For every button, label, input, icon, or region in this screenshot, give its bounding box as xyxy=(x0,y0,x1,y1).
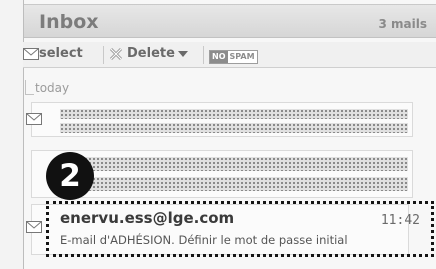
delete-label: Delete xyxy=(127,46,175,61)
select-label: select xyxy=(39,46,83,61)
group-connector xyxy=(25,80,34,95)
nospam-spam-label: SPAM xyxy=(227,51,257,63)
toolbar-divider xyxy=(203,46,204,64)
select-button[interactable]: select xyxy=(23,46,83,61)
step-number-badge: 2 xyxy=(46,152,94,200)
blurred-subject xyxy=(60,123,408,133)
blurred-subject xyxy=(60,177,408,191)
delete-button[interactable]: Delete xyxy=(109,46,188,61)
list-item[interactable] xyxy=(31,102,413,137)
toolbar: select Delete NO SPAM xyxy=(23,42,436,68)
blurred-sender xyxy=(60,157,408,171)
chevron-down-icon[interactable] xyxy=(177,50,188,58)
inbox-title: Inbox xyxy=(39,11,99,33)
nospam-button[interactable]: NO SPAM xyxy=(209,50,258,64)
mail-count: 3 mails xyxy=(378,17,428,31)
highlight-outline xyxy=(46,201,434,257)
delete-x-icon xyxy=(109,47,123,60)
inbox-header: Inbox 3 mails xyxy=(24,4,436,38)
group-label-today: today xyxy=(35,81,70,95)
toolbar-divider xyxy=(103,46,104,64)
envelope-icon xyxy=(26,113,42,125)
envelope-icon xyxy=(26,221,42,233)
nospam-no-label: NO xyxy=(210,51,228,63)
envelope-icon xyxy=(23,47,39,60)
blurred-sender xyxy=(60,109,408,119)
